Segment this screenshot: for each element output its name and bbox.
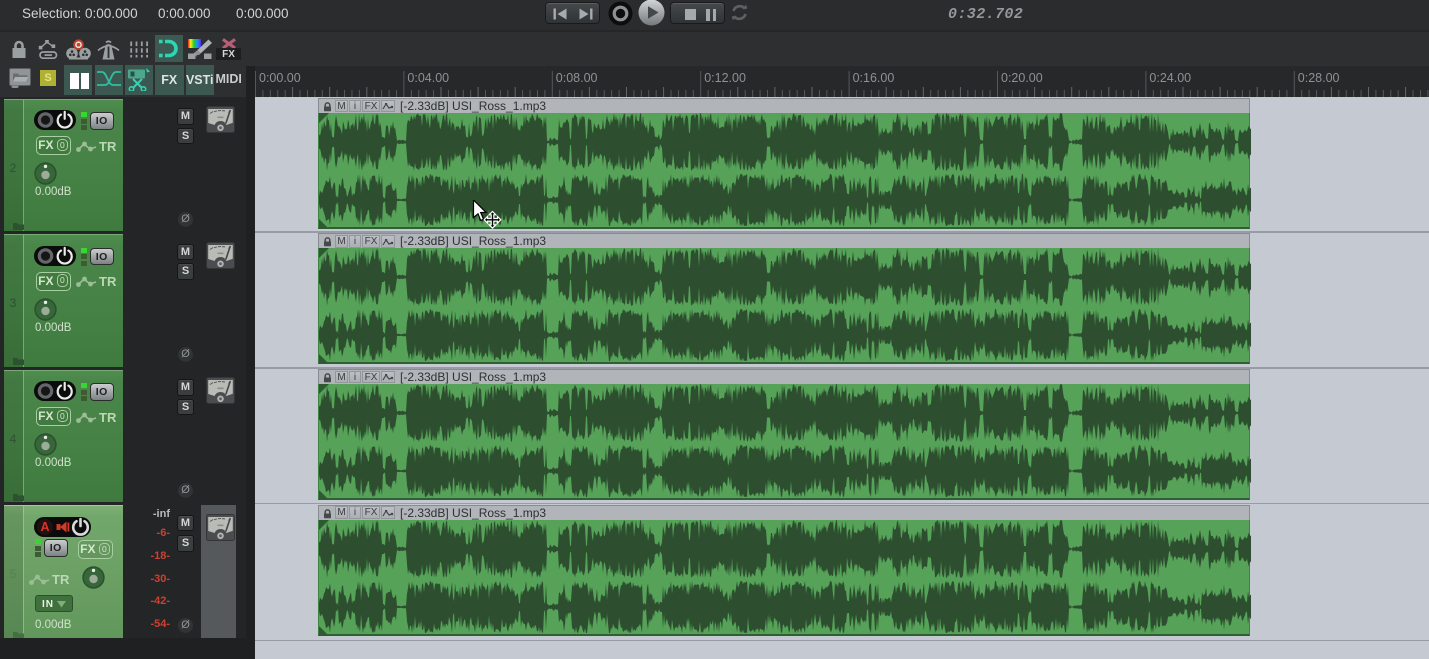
svg-text:A: A bbox=[40, 520, 49, 534]
